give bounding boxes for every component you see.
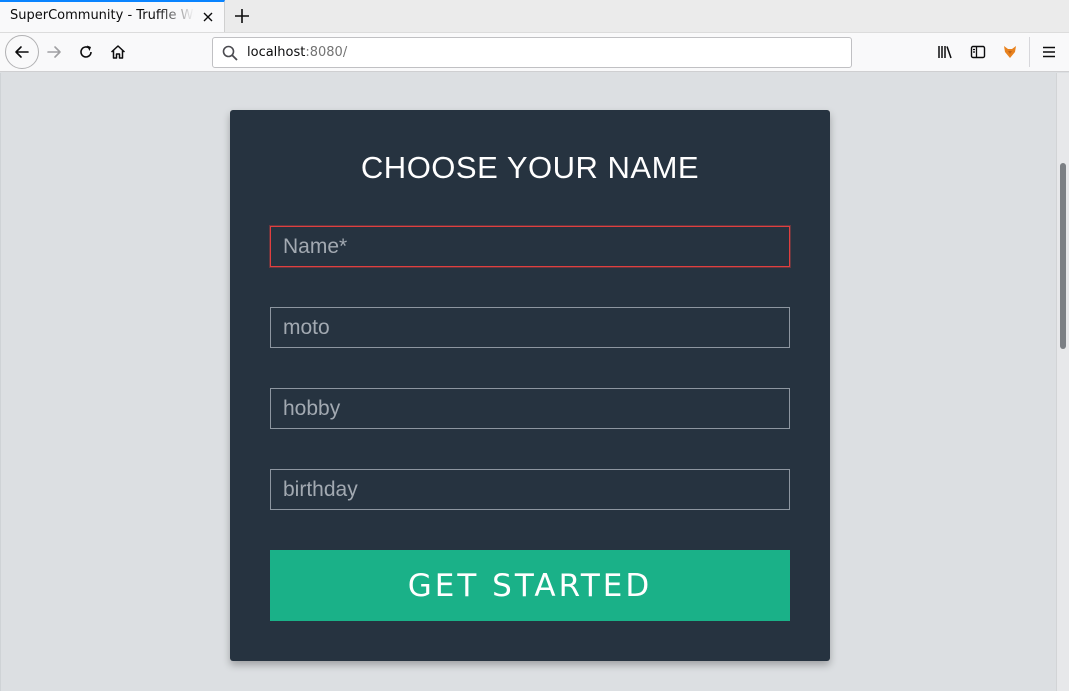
library-icon [938,46,952,59]
close-icon[interactable] [200,9,216,25]
form-title: CHOOSE YOUR NAME [360,150,700,185]
birthday-input[interactable] [270,469,790,510]
get-started-button[interactable]: GET STARTED [270,550,790,621]
fox-icon [1004,46,1016,58]
url-port: :8080/ [305,45,348,60]
tab-strip: SuperCommunity - Truffle Webpack [0,0,1069,32]
library-button[interactable] [929,36,961,68]
menu-button[interactable] [1033,36,1065,68]
navigation-toolbar: localhost:8080/ [0,32,1069,72]
scrollbar-thumb[interactable] [1060,163,1066,349]
url-bar[interactable]: localhost:8080/ [212,37,852,68]
arrow-left-icon [15,46,29,58]
reload-button[interactable] [70,36,102,68]
url-host: localhost [247,45,306,60]
extension-button[interactable] [994,36,1026,68]
moto-input[interactable] [270,307,790,348]
name-input[interactable] [270,226,790,267]
vertical-scrollbar[interactable] [1056,73,1069,691]
signup-card: CHOOSE YOUR NAME GET STARTED [230,110,830,661]
tab-title: SuperCommunity - Truffle Webpack [10,8,194,23]
sidebar-icon [970,45,986,59]
sidebar-button[interactable] [962,36,994,68]
toolbar-separator [1029,37,1030,67]
browser-tab[interactable]: SuperCommunity - Truffle Webpack [0,0,225,32]
back-button[interactable] [5,35,39,69]
url-text: localhost:8080/ [247,45,347,60]
hobby-input[interactable] [270,388,790,429]
home-button[interactable] [102,36,134,68]
search-icon [222,45,238,61]
page-viewport: CHOOSE YOUR NAME GET STARTED [0,73,1056,691]
arrow-right-icon [47,46,61,58]
forward-button[interactable] [38,36,70,68]
home-icon [110,45,126,59]
reload-icon [80,45,92,58]
hamburger-menu-icon [1043,46,1055,58]
plus-icon[interactable] [230,4,254,28]
